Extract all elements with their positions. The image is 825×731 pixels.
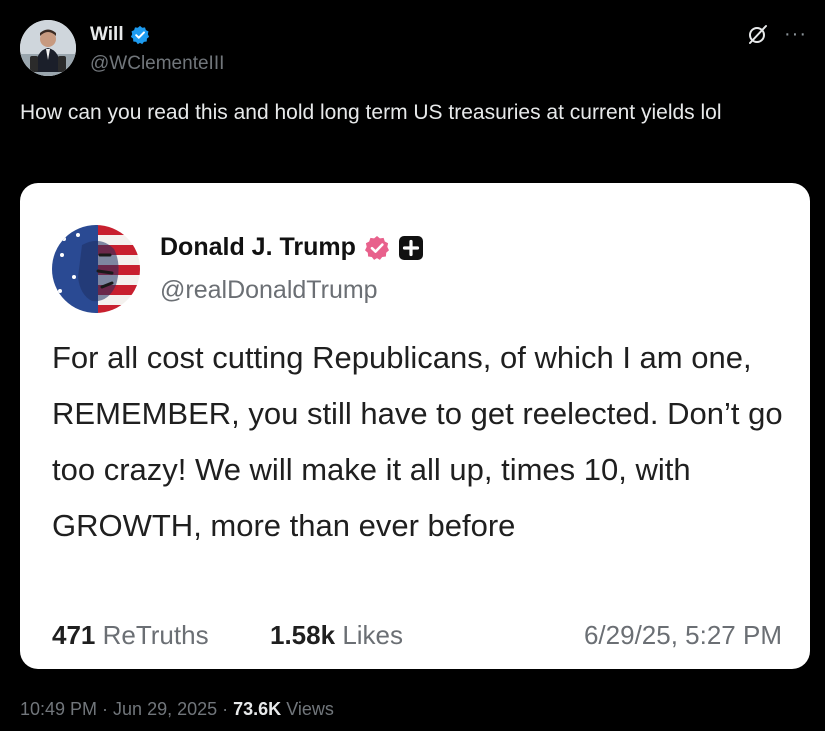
author-name-row[interactable]: Will <box>90 24 150 46</box>
author-avatar[interactable] <box>20 20 76 76</box>
embedded-author-name: Donald J. Trump <box>160 233 356 261</box>
views-count[interactable]: 73.6K <box>233 699 281 719</box>
embedded-post-image[interactable]: Donald J. Trump @realDonaldTrump For all… <box>20 183 810 669</box>
author-name[interactable]: Will <box>90 24 124 46</box>
retruths-count: 471 <box>52 620 96 650</box>
embedded-author-handle: @realDonaldTrump <box>160 276 378 304</box>
tweet-date[interactable]: Jun 29, 2025 <box>113 699 217 719</box>
embedded-author-name-row: Donald J. Trump <box>160 233 424 262</box>
likes-label: Likes <box>342 620 404 650</box>
more-options-icon[interactable]: ··· <box>784 24 807 44</box>
meta-separator: · <box>217 699 234 719</box>
embedded-post-body: For all cost cutting Republicans, of whi… <box>52 340 783 543</box>
tweet-meta: 10:49 PM · Jun 29, 2025 · 73.6K Views <box>20 699 334 720</box>
views-label: Views <box>281 699 334 719</box>
tweet-time[interactable]: 10:49 PM <box>20 699 97 719</box>
likes-count: 1.58k <box>270 620 336 650</box>
truth-plus-badge-icon <box>398 235 423 260</box>
meta-separator: · <box>97 699 114 719</box>
truth-verified-badge-icon <box>364 235 389 260</box>
embedded-author-avatar <box>52 225 140 313</box>
tweet: Will @WClementeIII ··· How can you read … <box>0 0 825 731</box>
author-handle[interactable]: @WClementeIII <box>90 53 224 75</box>
embedded-post-timestamp: 6/29/25, 5:27 PM <box>583 620 782 650</box>
retruths-label: ReTruths <box>102 620 209 650</box>
grok-icon[interactable] <box>746 22 770 46</box>
header-actions: ··· <box>746 22 807 46</box>
tweet-text: How can you read this and hold long term… <box>20 101 722 124</box>
retruths-stat: 471 ReTruths <box>52 620 209 651</box>
likes-stat: 1.58k Likes <box>270 620 403 651</box>
verified-badge-icon <box>130 25 149 45</box>
